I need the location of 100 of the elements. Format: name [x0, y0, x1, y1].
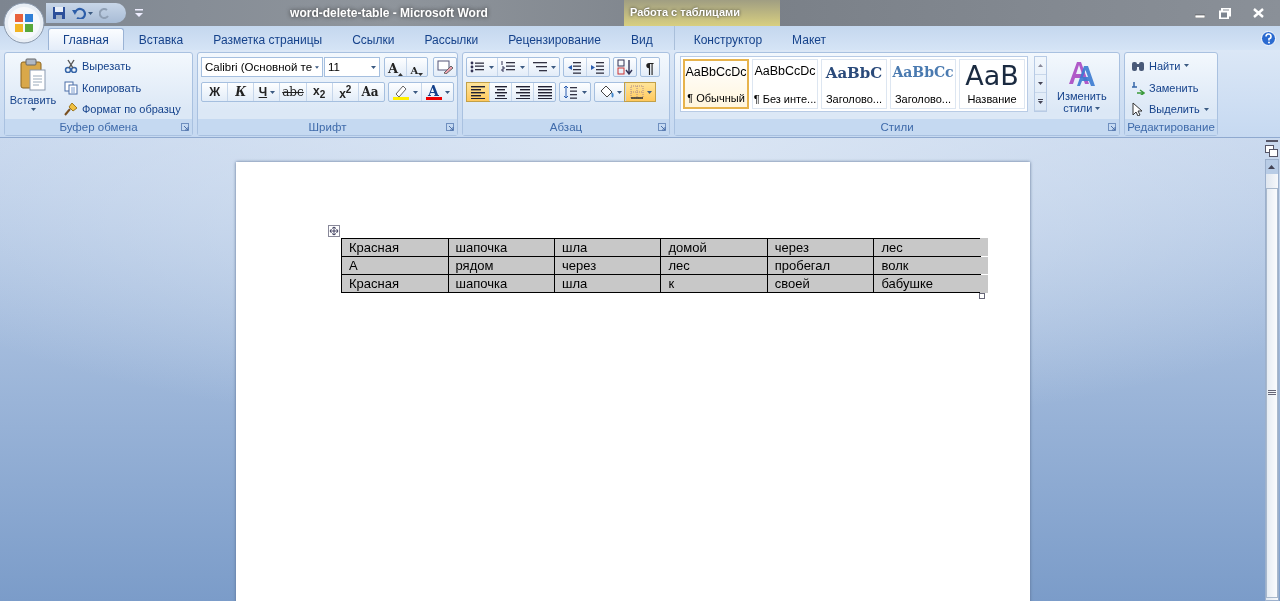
table-cell: шла [554, 238, 661, 257]
replace-icon [1131, 80, 1145, 95]
paint-bucket-icon [598, 85, 614, 99]
select-button[interactable]: Выделить [1131, 99, 1209, 119]
close-button[interactable] [1253, 8, 1264, 18]
underline-button[interactable]: Ч [253, 83, 280, 101]
launcher-icon [446, 123, 454, 131]
caret-icon [582, 90, 587, 94]
group-label: Шрифт [308, 121, 347, 133]
clipboard-painter-button[interactable]: Формат по образцу [64, 99, 181, 119]
caret-icon [315, 65, 319, 69]
superscript-button[interactable]: x$^{2}$ [331, 83, 358, 101]
style-item[interactable]: AaBbCcDc ¶ Обычный [683, 59, 749, 109]
caret-icon [1203, 107, 1209, 111]
more-icon [1038, 99, 1043, 104]
ribbon-tab[interactable]: Разметка страницы [198, 28, 338, 50]
caret-icon [371, 65, 376, 69]
clipboard-icon [19, 58, 47, 92]
grow-font-button[interactable]: A [385, 58, 406, 76]
decrease-indent-icon [567, 60, 583, 74]
caret-icon [1095, 106, 1101, 110]
ribbon-tab[interactable]: Вид [615, 28, 668, 50]
down-arrow-icon [1038, 82, 1043, 85]
paintbrush-icon [64, 102, 78, 117]
dialog-launcher-button[interactable] [181, 123, 189, 131]
clipboard-copy-button[interactable]: Копировать [64, 77, 181, 98]
show-formatting-marks-button[interactable]: ¶ [640, 57, 660, 77]
style-item[interactable]: AaBbCcDc ¶ Без инте... [752, 59, 818, 109]
paste-button[interactable]: Вставить [8, 56, 58, 119]
ribbon-tab[interactable]: Ссылки [337, 28, 410, 50]
change-styles-button[interactable]: Изменить стили [1051, 56, 1111, 114]
table-cell: Красная [341, 238, 449, 257]
vertical-scrollbar[interactable] [1264, 159, 1279, 601]
replace-button[interactable]: Заменить [1131, 77, 1209, 98]
caret-icon [413, 90, 418, 94]
window-title: word-delete-table - Microsoft Word [289, 6, 489, 20]
numbered-list-button[interactable] [497, 58, 528, 76]
italic-button[interactable]: К [227, 83, 254, 101]
line-spacing-button[interactable] [559, 82, 591, 102]
up-arrow-icon [1268, 165, 1275, 169]
style-item[interactable]: AaBbC Заголово... [821, 59, 887, 109]
caret-icon [617, 90, 622, 94]
style-item[interactable]: AaB Название [959, 59, 1025, 109]
ribbon-tab[interactable]: Вставка [123, 28, 199, 50]
ribbon-tab[interactable]: Рассылки [409, 28, 494, 50]
change-case-button[interactable]: Aa [357, 83, 384, 101]
shrink-font-button[interactable]: A [406, 58, 427, 76]
align-center-icon [493, 85, 508, 99]
restore-icon [1219, 7, 1231, 19]
font-name-field[interactable]: Calibri (Основной те [201, 57, 323, 77]
save-button[interactable] [52, 6, 66, 20]
dialog-launcher-button[interactable] [658, 123, 666, 131]
borders-icon [629, 85, 644, 99]
ribbon-tab[interactable]: Рецензирование [493, 28, 616, 50]
undo-button[interactable] [72, 7, 93, 19]
eraser-icon [437, 60, 453, 74]
scroll-up-button[interactable] [1265, 160, 1278, 174]
font-size-field[interactable]: 11 [324, 57, 380, 77]
subscript-button[interactable]: x$_{2}$ [305, 83, 332, 101]
context-tab-header: Работа с таблицами [624, 0, 780, 26]
ribbon-tab[interactable]: Конструктор [678, 28, 778, 50]
bold-button[interactable]: Ж [202, 83, 228, 101]
dialog-launcher-button[interactable] [1108, 123, 1116, 131]
caret-icon [444, 90, 450, 94]
style-item[interactable]: AaBbCc Заголово... [890, 59, 956, 109]
align-justify-icon [537, 85, 552, 99]
line-spacing-icon [563, 85, 579, 99]
restore-button[interactable] [1219, 7, 1231, 19]
launcher-icon [1108, 123, 1116, 131]
multilevel-list-button[interactable] [528, 58, 559, 76]
table-cell: шапочка [448, 238, 555, 257]
strikethrough-button[interactable]: abc [279, 83, 306, 101]
find-button[interactable]: Найти [1131, 56, 1209, 76]
ruler-toggle-icon [1265, 145, 1278, 157]
ribbon-tab[interactable]: Главная [48, 28, 124, 50]
sort-button[interactable] [613, 57, 637, 77]
table-cell: лес [873, 238, 981, 257]
align-right-button[interactable] [511, 83, 533, 101]
align-justify-button[interactable] [533, 83, 555, 101]
highlighter-icon [392, 84, 410, 100]
dialog-launcher-button[interactable] [446, 123, 454, 131]
caret-icon [551, 65, 556, 69]
help-button[interactable] [1261, 30, 1276, 46]
sort-icon [617, 59, 633, 75]
cursor-arrow-icon [1131, 102, 1145, 117]
table-cell: через [767, 238, 874, 257]
end-of-row-marks-drawing [980, 238, 988, 293]
borders-button[interactable] [625, 83, 655, 101]
redo-icon [99, 7, 111, 19]
align-left-button[interactable] [467, 83, 489, 101]
scroll-thumb[interactable] [1265, 188, 1278, 598]
table-cell: домой [660, 238, 768, 257]
clipboard-cut-button[interactable]: Вырезать [64, 56, 181, 76]
clear-formatting-button[interactable] [433, 57, 457, 77]
caret-icon [88, 11, 93, 15]
undo-icon [72, 7, 86, 19]
grip-icon [1267, 390, 1276, 396]
font-color-button[interactable]: A [421, 83, 453, 101]
numbered-list-icon [501, 60, 517, 74]
ribbon-tab[interactable]: Макет [777, 28, 842, 50]
